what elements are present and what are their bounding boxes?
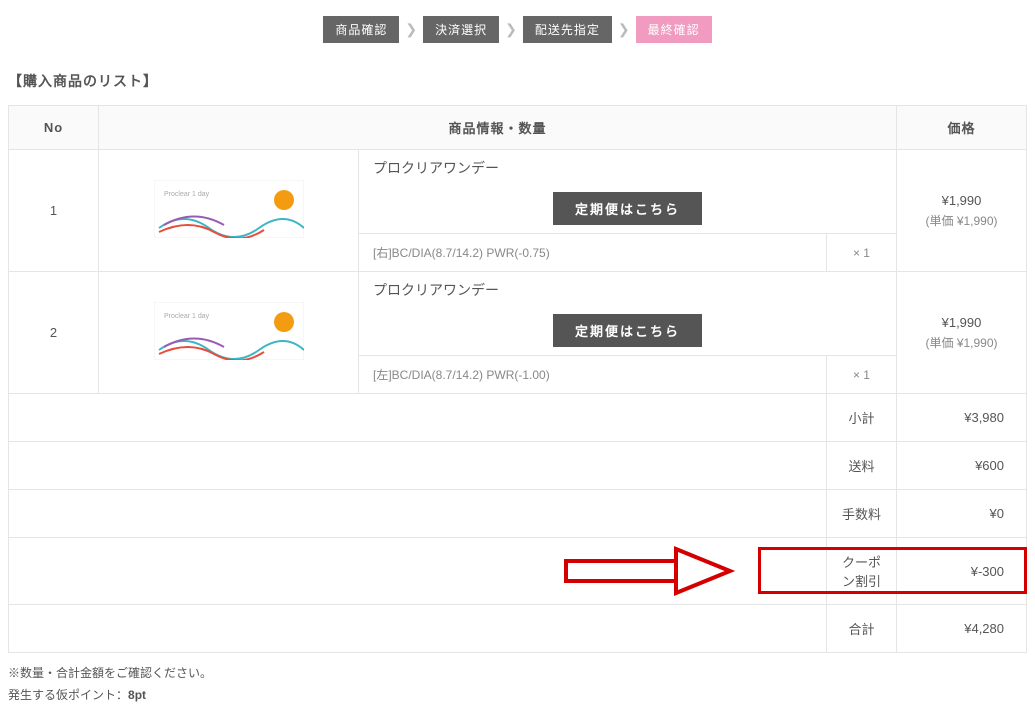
section-title: 【購入商品のリスト】 [8, 71, 1027, 91]
th-price: 価格 [897, 106, 1027, 150]
product-image: Proclear 1 day [99, 272, 359, 394]
price-cell: ¥1,990 (単価 ¥1,990) [897, 272, 1027, 394]
chevron-icon: ❯ [503, 21, 519, 38]
summary-value: ¥4,280 [897, 605, 1027, 653]
table-row: 2 Proclear 1 day プロクリアワンデー 定期便はこちら [9, 272, 1027, 356]
row-number: 2 [9, 272, 99, 394]
chevron-icon: ❯ [616, 21, 632, 38]
unit-price: (単価 ¥1,990) [911, 212, 1012, 229]
subscription-button[interactable]: 定期便はこちら [553, 192, 702, 225]
summary-label: 手数料 [826, 490, 896, 538]
notes: ※数量・合計金額をご確認ください。 発生する仮ポイント：8pt [8, 663, 1027, 706]
table-row: 1 Proclear 1 day プロクリアワンデー 定期便はこちら [9, 150, 1027, 234]
summary-subtotal-row: 小計 ¥3,980 [9, 394, 1027, 442]
product-thumbnail-icon: Proclear 1 day [154, 180, 304, 238]
product-image: Proclear 1 day [99, 150, 359, 272]
unit-price: (単価 ¥1,990) [911, 334, 1012, 351]
note-line-1: ※数量・合計金額をご確認ください。 [8, 663, 1027, 685]
svg-text:Proclear 1 day: Proclear 1 day [164, 191, 210, 198]
spec-cell: [左]BC/DIA(8.7/14.2) PWR(-1.00) [359, 356, 827, 394]
row-number: 1 [9, 150, 99, 272]
summary-value: ¥0 [897, 490, 1027, 538]
product-name: プロクリアワンデー [373, 280, 882, 300]
product-info-cell: プロクリアワンデー 定期便はこちら [359, 150, 897, 234]
svg-text:Proclear 1 day: Proclear 1 day [164, 313, 210, 320]
qty-cell: × 1 [826, 234, 896, 272]
price: ¥1,990 [911, 315, 1012, 330]
summary-value: ¥-300 [897, 538, 1027, 605]
summary-total-row: 合計 ¥4,280 [9, 605, 1027, 653]
progress-stepper: 商品確認 ❯ 決済選択 ❯ 配送先指定 ❯ 最終確認 [8, 16, 1027, 43]
th-no: No [9, 106, 99, 150]
th-info: 商品情報・数量 [99, 106, 897, 150]
summary-value: ¥600 [897, 442, 1027, 490]
summary-fee-row: 手数料 ¥0 [9, 490, 1027, 538]
summary-label: クーポン割引 [826, 538, 896, 605]
chevron-icon: ❯ [403, 21, 419, 38]
subscription-button[interactable]: 定期便はこちら [553, 314, 702, 347]
step-2: 決済選択 [423, 16, 499, 43]
price-cell: ¥1,990 (単価 ¥1,990) [897, 150, 1027, 272]
product-info-cell: プロクリアワンデー 定期便はこちら [359, 272, 897, 356]
qty-cell: × 1 [826, 356, 896, 394]
product-thumbnail-icon: Proclear 1 day [154, 302, 304, 360]
step-3: 配送先指定 [523, 16, 612, 43]
spec-cell: [右]BC/DIA(8.7/14.2) PWR(-0.75) [359, 234, 827, 272]
summary-label: 送料 [826, 442, 896, 490]
product-name: プロクリアワンデー [373, 158, 882, 178]
cart-table: No 商品情報・数量 価格 1 Proclear 1 day [8, 105, 1027, 653]
summary-shipping-row: 送料 ¥600 [9, 442, 1027, 490]
note-line-2: 発生する仮ポイント：8pt [8, 685, 1027, 707]
step-1: 商品確認 [323, 16, 399, 43]
summary-coupon-row: クーポン割引 ¥-300 [9, 538, 1027, 605]
summary-label: 合計 [826, 605, 896, 653]
price: ¥1,990 [911, 193, 1012, 208]
summary-value: ¥3,980 [897, 394, 1027, 442]
step-4: 最終確認 [636, 16, 712, 43]
summary-label: 小計 [826, 394, 896, 442]
